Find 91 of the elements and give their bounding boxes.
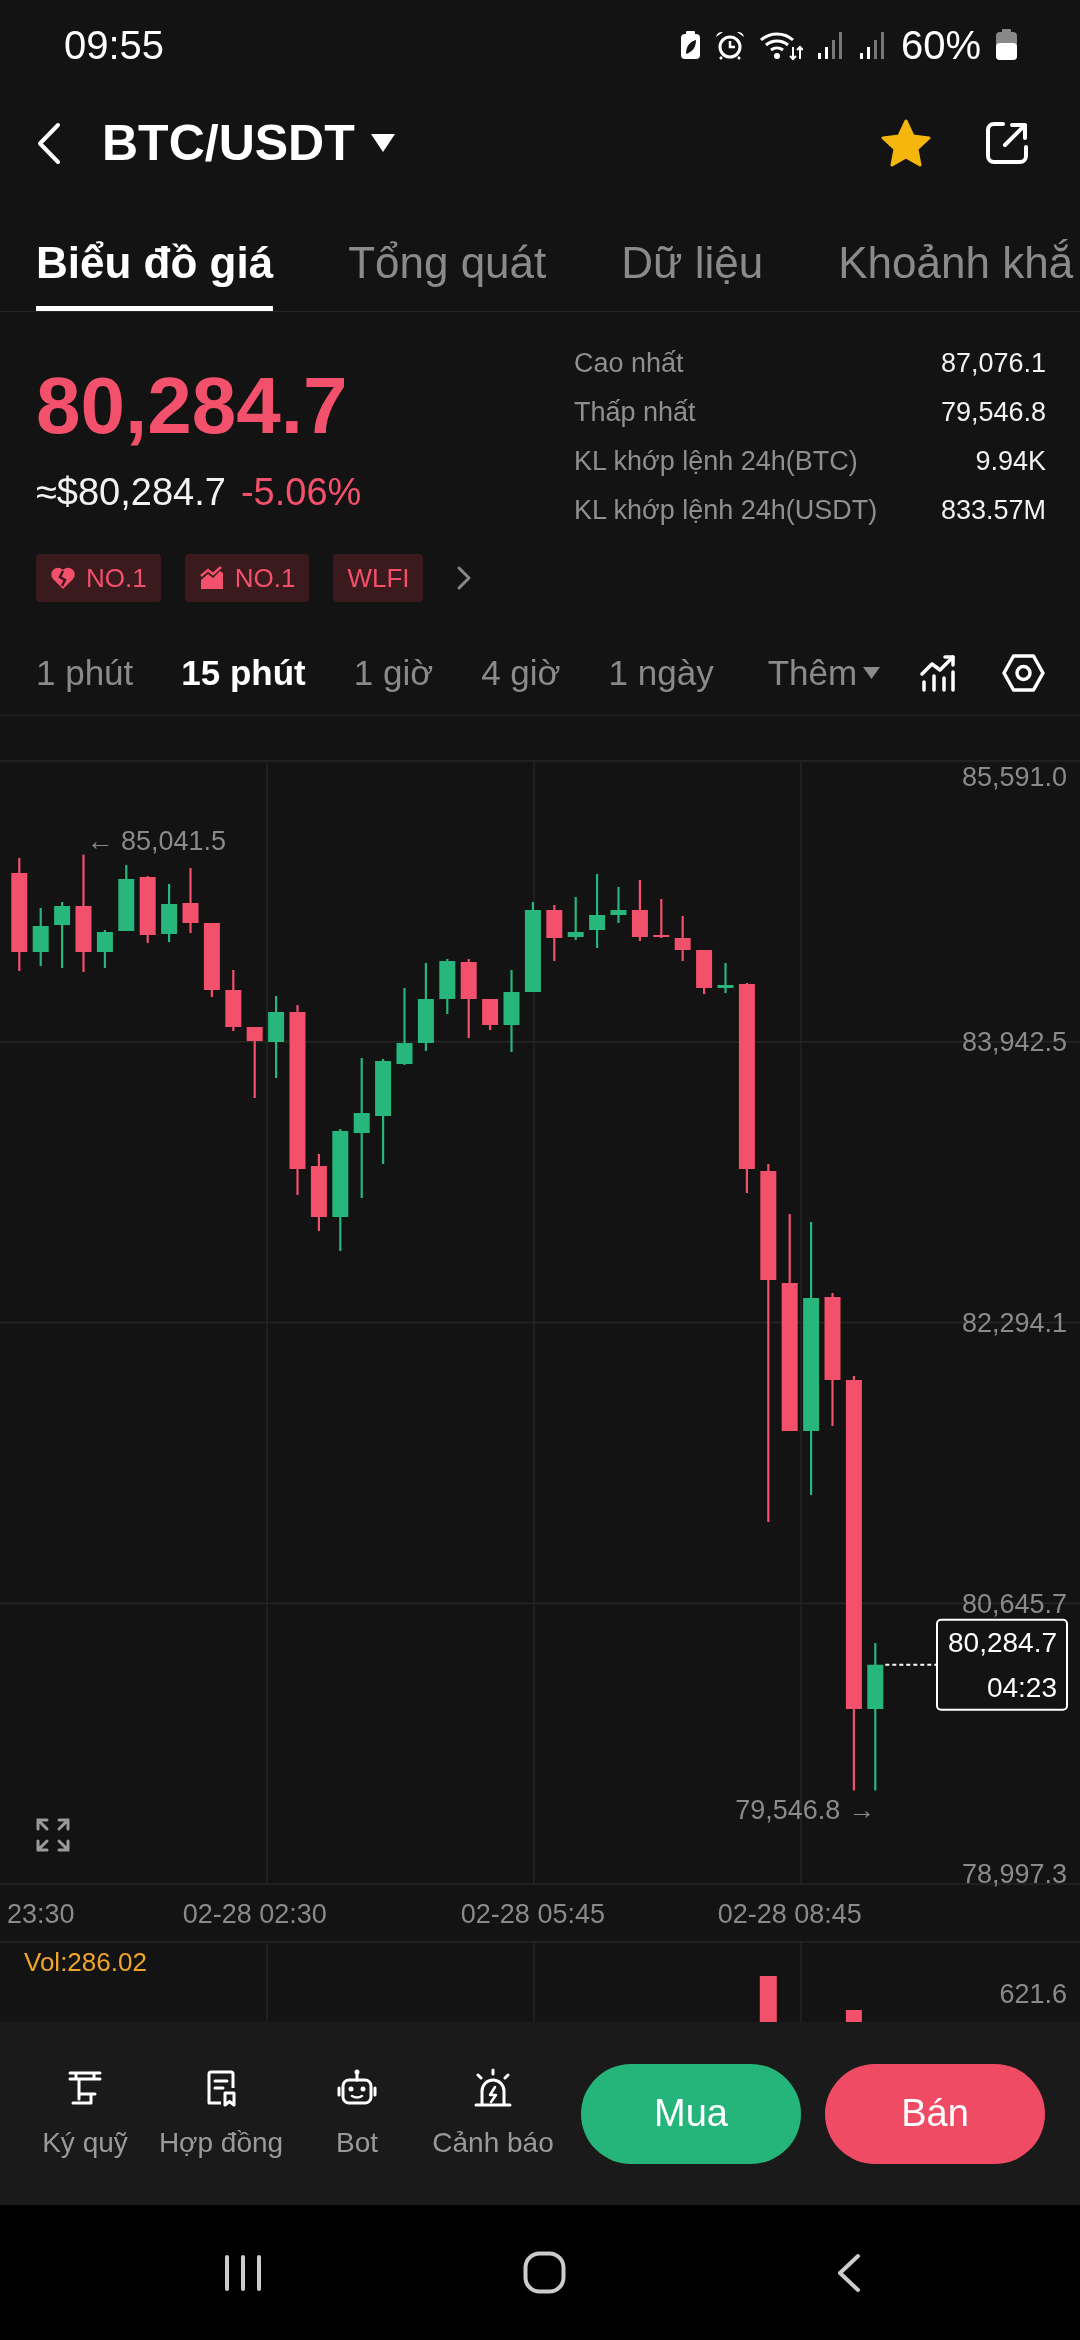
stat-label: Thấp nhất: [574, 397, 696, 428]
interval-tab[interactable]: 1 ngày: [608, 646, 714, 699]
tag-chip[interactable]: WLFI: [333, 554, 424, 602]
tab[interactable]: Biểu đồ giá: [36, 237, 274, 311]
stat-label: KL khớp lệnh 24h(USDT): [574, 495, 878, 526]
wifi-icon: [758, 29, 803, 61]
stat-value: 833.57M: [940, 495, 1046, 526]
tag-chip[interactable]: NO.1: [36, 554, 161, 602]
stat-label: Cao nhất: [574, 348, 684, 379]
toolbar-action[interactable]: Hợp đồng: [153, 2067, 289, 2160]
more-dropdown[interactable]: Thêm: [767, 646, 881, 699]
candle: [54, 902, 71, 968]
back-icon[interactable]: [36, 121, 62, 165]
price-line: [884, 1663, 937, 1666]
star-icon[interactable]: [880, 118, 932, 168]
candle: [32, 908, 49, 966]
candle: [631, 880, 648, 941]
toolbar-action[interactable]: Cảnh báo: [425, 2067, 561, 2160]
interval-tab[interactable]: 15 phút: [181, 646, 306, 699]
stat-value: 79,546.8: [940, 397, 1046, 428]
area-chart-icon: [198, 566, 225, 590]
candle: [182, 868, 199, 933]
candle: [696, 950, 713, 994]
candle: [161, 884, 178, 942]
axis-price-label: 85,591.0: [961, 761, 1067, 792]
volume-bar: [845, 2010, 862, 2022]
axis-price-label: 78,997.3: [961, 1858, 1067, 1889]
stat-value: 87,076.1: [940, 348, 1046, 379]
fiat-price: ≈$80,284.7: [36, 470, 226, 514]
settings-icon[interactable]: [1002, 653, 1045, 692]
signal-icon: [816, 30, 845, 60]
robot-icon: [337, 2067, 377, 2108]
tab[interactable]: Khoảnh khắ: [838, 237, 1074, 311]
recent-apps-icon[interactable]: [224, 2254, 262, 2291]
axis-time-label: 02-28 02:30: [182, 1898, 327, 1929]
axis-price-label: 80,645.7: [961, 1588, 1067, 1619]
interval-tab[interactable]: 1 giờ: [353, 646, 434, 699]
interval-tab[interactable]: 4 giờ: [481, 646, 561, 699]
candle: [139, 876, 156, 943]
last-price: 80,284.7: [36, 361, 349, 451]
candle: [118, 865, 135, 931]
axis-time-label: 23:30: [6, 1898, 75, 1929]
candle: [567, 897, 584, 940]
tag-chip[interactable]: NO.1: [184, 554, 310, 602]
candle: [439, 959, 456, 1014]
volume-label: Vol:286.02: [24, 1947, 147, 1977]
siren-icon: [473, 2067, 513, 2108]
volume-axis-label: 621.6: [999, 1978, 1067, 2009]
low-price-marker: 79,546.8 →: [735, 1794, 875, 1825]
share-icon[interactable]: [983, 119, 1031, 167]
candle: [717, 963, 734, 993]
tab[interactable]: Dữ liệu: [621, 237, 764, 311]
caret-icon: [863, 666, 881, 679]
candle: [482, 999, 499, 1030]
home-icon[interactable]: [523, 2251, 566, 2294]
stat-value: 9.94K: [975, 446, 1046, 477]
toolbar-action[interactable]: Bot: [289, 2067, 425, 2160]
axis-time-label: 02-28 08:45: [717, 1898, 862, 1929]
back-icon[interactable]: [837, 2252, 861, 2293]
chevron-right-icon[interactable]: [456, 565, 473, 591]
countdown-timer: 04:23: [986, 1671, 1057, 1703]
battery-percent: 60%: [900, 22, 981, 68]
volume-bar: [759, 1976, 777, 2022]
sell-button[interactable]: Bán: [825, 2063, 1045, 2164]
tab[interactable]: Tổng quát: [348, 237, 547, 311]
battery-icon: [995, 29, 1018, 61]
axis-time-label: 02-28 05:45: [460, 1898, 605, 1929]
alarm-clock-icon: [714, 30, 745, 60]
signal-icon: [858, 30, 887, 60]
heart-icon: [50, 566, 76, 590]
indicator-chart-icon[interactable]: [919, 653, 957, 692]
caret-icon: [370, 134, 395, 152]
interval-tab[interactable]: 1 phút: [36, 646, 134, 699]
candle: [653, 899, 670, 938]
candle: [246, 1027, 263, 1098]
price-change: -5.06%: [240, 470, 362, 514]
high-price-marker: ← 85,041.5: [86, 826, 227, 857]
toolbar-action[interactable]: Ký quỹ: [17, 2067, 153, 2160]
candle: [674, 916, 691, 961]
axis-price-label: 82,294.1: [961, 1308, 1067, 1338]
axis-price-label: 83,942.5: [961, 1027, 1067, 1058]
clock-time: 09:55: [64, 22, 165, 68]
candle: [546, 905, 563, 961]
battery-leaf-icon: [679, 30, 701, 60]
candle: [610, 887, 627, 923]
candle: [225, 970, 242, 1031]
last-price-value: 80,284.7: [948, 1626, 1057, 1658]
stat-label: KL khớp lệnh 24h(BTC): [574, 446, 858, 477]
candle: [96, 930, 113, 968]
expand-icon[interactable]: [36, 1818, 70, 1852]
pair-selector[interactable]: BTC/USDT: [102, 113, 395, 173]
